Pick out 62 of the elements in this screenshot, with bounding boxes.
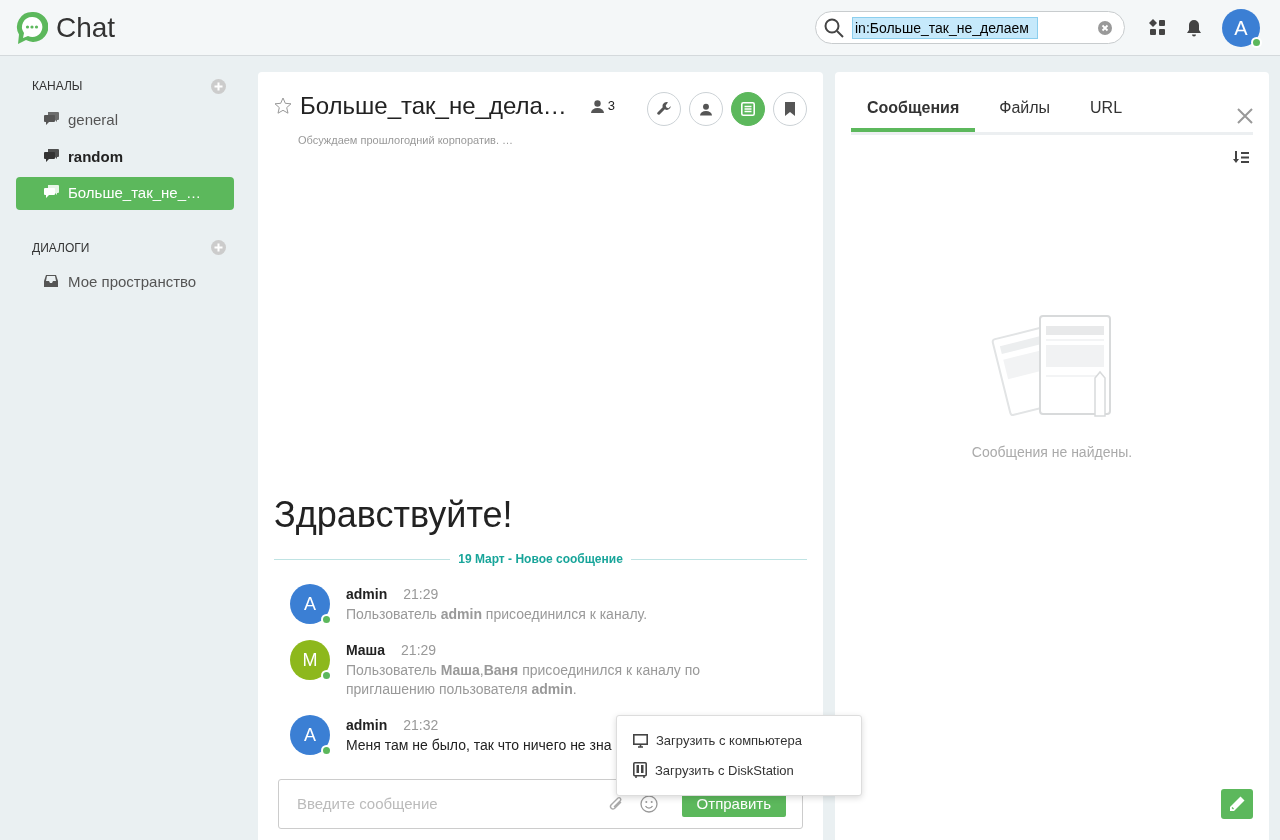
chat-bubbles-icon [44,148,59,162]
avatar-initial: A [304,592,316,616]
bookmark-icon [785,102,795,116]
widgets-icon[interactable] [1149,19,1166,36]
message-author: Маша [346,641,386,660]
message-author: admin [346,585,388,604]
tab[interactable]: URL [1074,96,1139,132]
settings-button[interactable] [647,92,681,126]
person-icon [700,102,712,116]
app-title: Chat [56,10,116,45]
channel-title: Больше_так_не_дела… [300,91,567,121]
wrench-icon [657,102,671,116]
list-icon [741,102,755,116]
channel-subtitle: Обсуждаем прошлогодний корпоратив. … [297,133,515,148]
inbox-icon [44,274,58,287]
avatar[interactable]: A [1222,8,1260,47]
channel-item[interactable]: random [16,140,234,173]
menu-item[interactable]: Загрузить с компьютера [617,726,861,756]
message-time: 21:29 [401,641,437,660]
chat-bubbles-icon [44,185,59,198]
tab[interactable]: Сообщения [851,96,976,132]
members-button[interactable] [689,92,723,126]
message-author: admin [346,716,388,735]
member-count: 3 [607,97,616,116]
channel-item[interactable]: general [16,104,234,137]
star-icon[interactable] [274,97,292,115]
emoji-icon[interactable] [639,795,658,813]
section-title: ДИАЛОГИ [32,239,90,257]
message-time: 21:32 [403,716,439,735]
message-time: 21:29 [403,585,439,604]
clear-icon[interactable] [1098,20,1112,35]
monitor-icon [633,733,648,748]
sort-icon[interactable] [1233,151,1249,164]
section-title: КАНАЛЫ [32,78,83,95]
search-field[interactable]: in:Больше_так_не_делаем [815,11,1125,44]
empty-message: Сообщения не найдены. [971,443,1133,462]
compose-button[interactable] [1221,789,1253,819]
add-icon[interactable] [211,78,226,94]
message-text: Пользователь Маша,Ваня присоединился к каналу по приглашению пользователя admin. [346,661,702,699]
greeting: Здравствуйте! [274,493,514,537]
pencil-icon [1228,795,1246,813]
tab[interactable]: Файлы [983,96,1067,132]
chat-logo-icon [16,10,48,45]
close-icon[interactable] [1237,108,1253,124]
members-icon [590,99,604,113]
avatar-initial: A [304,723,316,747]
avatar-initial: A [1234,15,1248,41]
avatar-initial: M [302,648,318,672]
avatar[interactable]: A [290,584,330,624]
avatar[interactable]: A [290,715,330,755]
chat-bubbles-icon [44,112,59,125]
date-divider: 19 Март - Новое сообщение [458,551,623,568]
message-text: Меня там не было, так что ничего не зна [346,736,612,755]
notification-bell-icon[interactable] [1186,18,1202,37]
attach-icon[interactable] [607,795,624,813]
message-text: Пользователь admin присоединился к каналу. [346,605,648,624]
add-icon[interactable] [211,240,226,255]
nas-icon [633,762,647,779]
bookmark-button[interactable] [773,92,807,126]
channel-item[interactable]: Мое пространство [16,265,234,298]
search-results-button[interactable] [731,92,765,126]
search-icon [824,17,844,38]
